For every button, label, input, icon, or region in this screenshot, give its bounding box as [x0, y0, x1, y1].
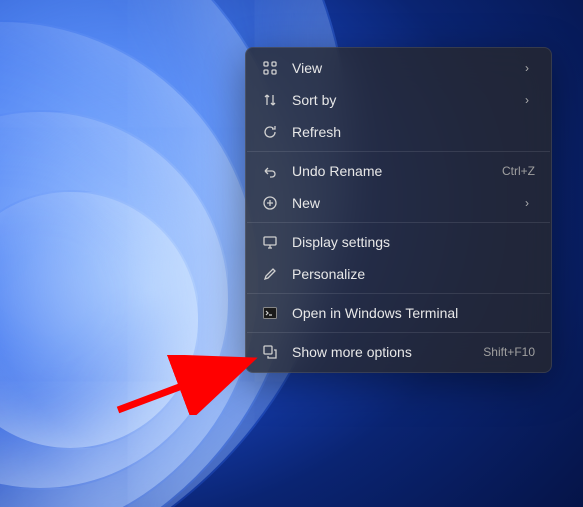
- menu-item-new[interactable]: New ›: [250, 187, 547, 219]
- chevron-right-icon: ›: [525, 61, 535, 75]
- menu-item-label: Display settings: [292, 234, 535, 250]
- display-icon: [262, 234, 278, 250]
- menu-item-sort-by[interactable]: Sort by ›: [250, 84, 547, 116]
- desktop-context-menu: View › Sort by › Refresh Undo Rename Ctr…: [245, 47, 552, 373]
- terminal-icon: [262, 305, 278, 321]
- menu-item-display-settings[interactable]: Display settings: [250, 226, 547, 258]
- menu-separator: [247, 222, 550, 223]
- menu-item-label: View: [292, 60, 515, 76]
- undo-icon: [262, 163, 278, 179]
- menu-item-label: Undo Rename: [292, 163, 492, 179]
- chevron-right-icon: ›: [525, 196, 535, 210]
- menu-item-label: Personalize: [292, 266, 535, 282]
- menu-item-label: Open in Windows Terminal: [292, 305, 535, 321]
- personalize-icon: [262, 266, 278, 282]
- menu-item-shortcut: Shift+F10: [483, 345, 535, 359]
- menu-item-refresh[interactable]: Refresh: [250, 116, 547, 148]
- grid-icon: [262, 60, 278, 76]
- menu-item-open-terminal[interactable]: Open in Windows Terminal: [250, 297, 547, 329]
- new-icon: [262, 195, 278, 211]
- sort-icon: [262, 92, 278, 108]
- menu-item-personalize[interactable]: Personalize: [250, 258, 547, 290]
- more-icon: [262, 344, 278, 360]
- menu-item-view[interactable]: View ›: [250, 52, 547, 84]
- menu-item-label: New: [292, 195, 515, 211]
- menu-separator: [247, 293, 550, 294]
- refresh-icon: [262, 124, 278, 140]
- menu-separator: [247, 332, 550, 333]
- menu-item-label: Show more options: [292, 344, 473, 360]
- menu-item-label: Refresh: [292, 124, 535, 140]
- menu-item-undo-rename[interactable]: Undo Rename Ctrl+Z: [250, 155, 547, 187]
- menu-item-shortcut: Ctrl+Z: [502, 164, 535, 178]
- menu-item-show-more-options[interactable]: Show more options Shift+F10: [250, 336, 547, 368]
- menu-separator: [247, 151, 550, 152]
- menu-item-label: Sort by: [292, 92, 515, 108]
- chevron-right-icon: ›: [525, 93, 535, 107]
